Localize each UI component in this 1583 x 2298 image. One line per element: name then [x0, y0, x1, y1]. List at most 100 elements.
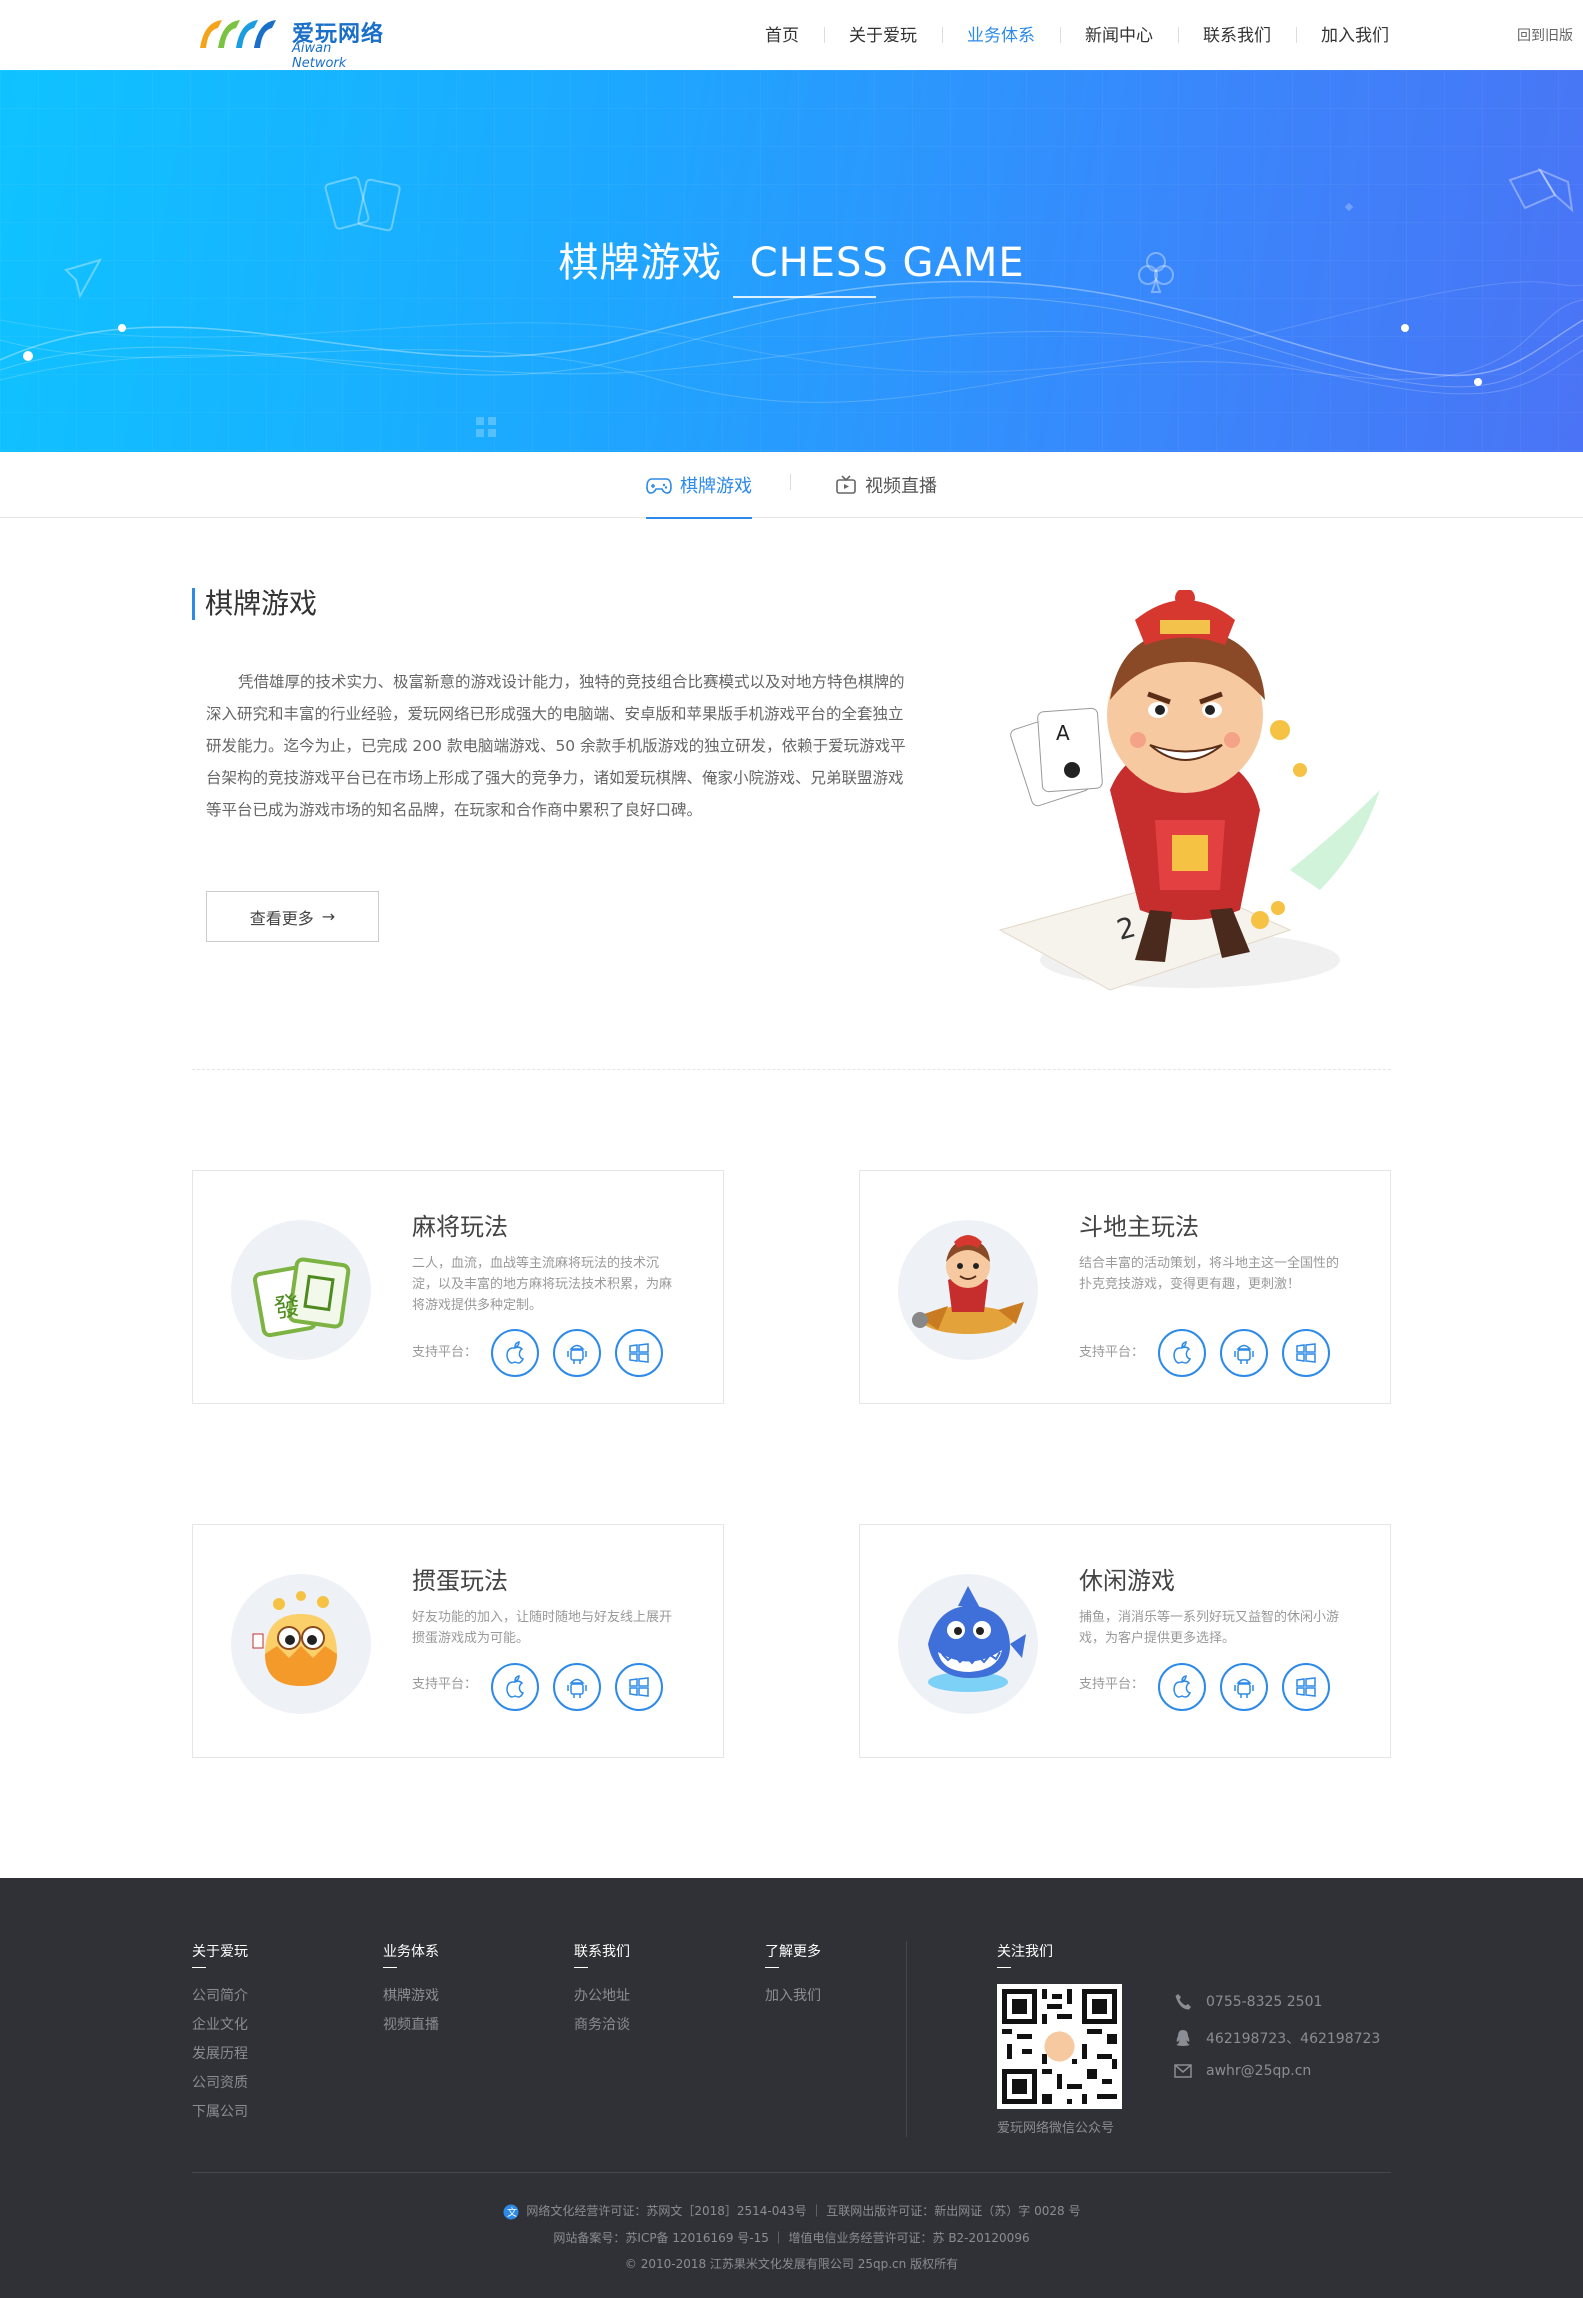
qq-icon	[1176, 2030, 1190, 2046]
banner-title: 棋牌游戏 CHESS GAME	[558, 240, 1025, 286]
footer-link[interactable]: 视频直播	[383, 2014, 439, 2034]
tab-chess-game-label: 棋牌游戏	[680, 476, 752, 497]
logo[interactable]: 爱玩网络 Aiwan Network	[196, 14, 386, 71]
platform-label: 支持平台：	[1079, 1345, 1145, 1360]
mahjong-tile-icon: 發	[252, 1257, 351, 1338]
footer-col-title-contact: 联系我们	[574, 1941, 630, 1968]
footer-link[interactable]: 棋牌游戏	[383, 1985, 439, 2005]
footer-link[interactable]: 公司简介	[192, 1985, 248, 2005]
contact-mail-text: awhr@25qp.cn	[1206, 2063, 1312, 2079]
apple-platform-button[interactable]	[491, 1329, 539, 1377]
android-icon	[1234, 1678, 1254, 1698]
apple-platform-button[interactable]	[491, 1663, 539, 1711]
license-badge-icon: 文	[503, 2204, 519, 2219]
nav-about[interactable]: 关于爱玩	[824, 0, 942, 70]
view-more-button[interactable]: 查看更多 →	[206, 891, 379, 942]
mascot-illustration: 2 A	[998, 590, 1380, 991]
platform-label: 支持平台：	[412, 1677, 478, 1692]
windows-icon	[1296, 1343, 1316, 1363]
tab-live-video-label: 视频直播	[865, 476, 937, 497]
boy-on-plane-icon	[912, 1235, 1024, 1334]
tab-divider	[790, 474, 791, 490]
logo-mark-icon	[200, 20, 276, 48]
site-header: 爱玩网络 Aiwan Network 首页 关于爱玩 业务体系 新闻中心 联系我…	[0, 0, 1583, 71]
windows-platform-button[interactable]	[1282, 1663, 1330, 1711]
nav-join[interactable]: 加入我们	[1296, 0, 1414, 70]
footer-link[interactable]: 发展历程	[192, 2043, 248, 2063]
card-title: 休闲游戏	[1079, 1567, 1175, 1595]
legal-license: 文 网络文化经营许可证：苏网文［2018］2514-043号 ｜ 互联网出版许可…	[0, 2202, 1583, 2220]
android-platform-button[interactable]	[553, 1663, 601, 1711]
section-divider	[192, 1069, 1391, 1070]
card-description: 捕鱼，消消乐等一系列好玩又益智的休闲小游戏，为客户提供更多选择。	[1079, 1610, 1340, 1646]
apple-icon	[1173, 1341, 1192, 1364]
egg-character-icon	[252, 1591, 337, 1686]
hero-banner: 棋牌游戏 CHESS GAME	[0, 70, 1583, 452]
footer-link[interactable]: 公司资质	[192, 2072, 248, 2092]
card-image	[231, 1574, 371, 1714]
android-icon	[567, 1344, 587, 1364]
card-description: 结合丰富的活动策划，将斗地主这一全国性的扑克竞技游戏，变得更有趣，更刺激！	[1079, 1256, 1340, 1292]
nav-contact[interactable]: 联系我们	[1178, 0, 1296, 70]
nav-home[interactable]: 首页	[740, 0, 824, 70]
android-platform-button[interactable]	[553, 1329, 601, 1377]
platform-label: 支持平台：	[412, 1345, 478, 1360]
footer-rule	[192, 2172, 1391, 2173]
main-nav: 首页 关于爱玩 业务体系 新闻中心 联系我们 加入我们	[740, 0, 1414, 70]
contact-phone: 0755-8325 2501	[1174, 1993, 1322, 2011]
svg-text:A: A	[1056, 721, 1070, 745]
footer-col-title-follow: 关注我们	[997, 1941, 1053, 1968]
svg-text:發: 發	[272, 1291, 303, 1325]
nav-business[interactable]: 业务体系	[942, 0, 1060, 70]
apple-icon	[1173, 1675, 1192, 1698]
tab-chess-game[interactable]: 棋牌游戏	[646, 452, 752, 519]
legal-line-1: 网络文化经营许可证：苏网文［2018］2514-043号 ｜ 互联网出版许可证：…	[526, 2204, 1081, 2218]
card-guandan[interactable]: 掼蛋玩法 好友功能的加入，让随时随地与好友线上展开掼蛋游戏成为可能。 支持平台：	[192, 1524, 724, 1758]
apple-platform-button[interactable]	[1158, 1329, 1206, 1377]
nav-news[interactable]: 新闻中心	[1060, 0, 1178, 70]
footer-link[interactable]: 办公地址	[574, 1985, 630, 2005]
android-platform-button[interactable]	[1220, 1663, 1268, 1711]
tv-icon	[836, 475, 856, 494]
back-to-old-version-link[interactable]: 回到旧版	[1517, 25, 1573, 45]
card-description: 二人，血流，血战等主流麻将玩法的技术沉淀，以及丰富的地方麻将玩法技术积累，为麻将…	[412, 1256, 673, 1313]
windows-icon	[629, 1343, 649, 1363]
footer-link[interactable]: 加入我们	[765, 1985, 821, 2005]
card-image: 發	[231, 1220, 371, 1360]
windows-platform-button[interactable]	[1282, 1329, 1330, 1377]
android-icon	[567, 1678, 587, 1698]
contact-qq: 462198723、462198723	[1174, 2028, 1380, 2048]
android-platform-button[interactable]	[1220, 1329, 1268, 1377]
gamepad-icon	[646, 478, 672, 494]
footer-divider	[906, 1941, 907, 2137]
intro-paragraph: 凭借雄厚的技术实力、极富新意的游戏设计能力，独特的竞技组合比赛模式以及对地方特色…	[206, 673, 906, 819]
windows-platform-button[interactable]	[615, 1329, 663, 1377]
contact-mail: awhr@25qp.cn	[1174, 2063, 1311, 2079]
card-title: 掼蛋玩法	[412, 1567, 508, 1595]
footer-link[interactable]: 下属公司	[192, 2101, 248, 2121]
apple-icon	[506, 1675, 525, 1698]
platform-label: 支持平台：	[1079, 1677, 1145, 1692]
legal-copyright: © 2010-2018 江苏果米文化发展有限公司 25qp.cn 版权所有	[624, 2257, 959, 2271]
arrow-right-icon: →	[321, 907, 336, 926]
windows-icon	[1296, 1677, 1316, 1697]
apple-platform-button[interactable]	[1158, 1663, 1206, 1711]
footer-col-title-business: 业务体系	[383, 1941, 439, 1968]
footer-link[interactable]: 企业文化	[192, 2014, 248, 2034]
tab-live-video[interactable]: 视频直播	[835, 452, 937, 518]
wechat-qr-code	[997, 1984, 1122, 2109]
footer-link[interactable]: 商务洽谈	[574, 2014, 630, 2034]
shark-character-icon	[928, 1586, 1026, 1692]
view-more-label: 查看更多	[249, 908, 314, 928]
card-casual-games[interactable]: 休闲游戏 捕鱼，消消乐等一系列好玩又益智的休闲小游戏，为客户提供更多选择。 支持…	[859, 1524, 1391, 1758]
windows-platform-button[interactable]	[615, 1663, 663, 1711]
card-doudizhu[interactable]: 斗地主玩法 结合丰富的活动策划，将斗地主这一全国性的扑克竞技游戏，变得更有趣，更…	[859, 1170, 1391, 1404]
android-icon	[1234, 1344, 1254, 1364]
footer-col-title-about: 关于爱玩	[192, 1941, 248, 1968]
logo-subtitle: Aiwan Network	[292, 41, 347, 71]
card-mahjong[interactable]: 發 麻将玩法 二人，血流，血战等主流麻将玩法的技术沉淀，以及丰富的地方麻将玩法技…	[192, 1170, 724, 1404]
apple-icon	[506, 1341, 525, 1364]
contact-qq-text: 462198723、462198723	[1206, 2031, 1381, 2047]
mail-icon	[1174, 2064, 1192, 2078]
svg-text:文: 文	[507, 2206, 517, 2219]
